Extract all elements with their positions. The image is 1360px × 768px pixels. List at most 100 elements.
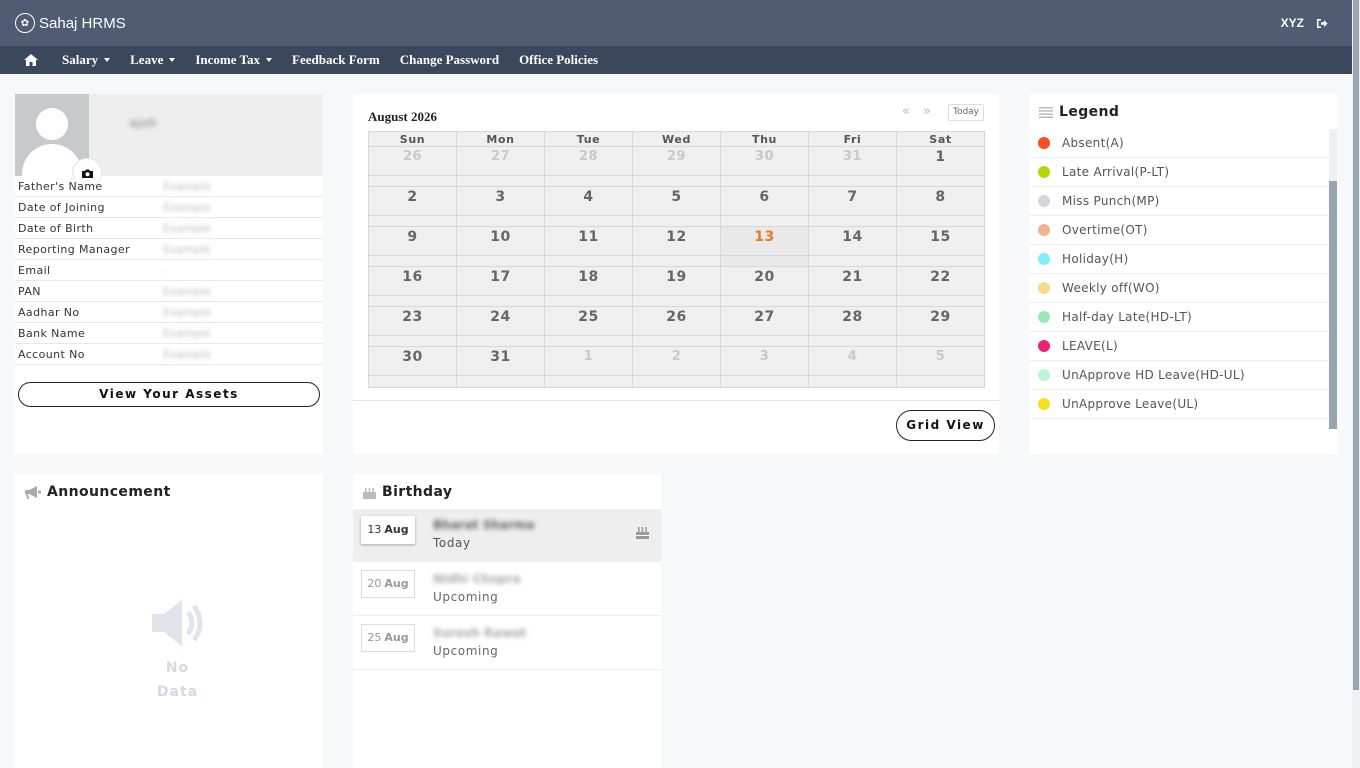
- calendar-day[interactable]: 26: [633, 307, 721, 346]
- legend-color-dot: [1038, 166, 1050, 178]
- calendar-day[interactable]: 21: [809, 267, 897, 306]
- legend-title: Legend: [1059, 104, 1120, 120]
- profile-field-value: Example: [163, 305, 211, 319]
- calendar-day[interactable]: 7: [809, 187, 897, 226]
- legend-item-label: UnApprove HD Leave(HD-UL): [1062, 368, 1245, 382]
- logout-icon[interactable]: [1316, 18, 1328, 29]
- calendar-day[interactable]: 2: [633, 347, 721, 387]
- calendar-title: August 2026: [368, 109, 437, 124]
- birthday-date-badge: 25 Aug: [361, 624, 415, 652]
- calendar-day-number: 3: [759, 349, 770, 364]
- legend-scroll-thumb[interactable]: [1329, 181, 1337, 429]
- profile-field-value: Example: [163, 221, 211, 235]
- calendar-day[interactable]: 29: [897, 307, 984, 346]
- calendar-day[interactable]: 4: [545, 187, 633, 226]
- calendar-day[interactable]: 27: [721, 307, 809, 346]
- calendar-day[interactable]: 10: [457, 227, 545, 266]
- calendar-day[interactable]: 20: [721, 267, 809, 306]
- calendar-day[interactable]: 29: [633, 147, 721, 186]
- calendar-day[interactable]: 23: [369, 307, 457, 346]
- page-scrollbar[interactable]: [1352, 0, 1360, 768]
- calendar-day[interactable]: 3: [721, 347, 809, 387]
- nav-salary[interactable]: Salary: [62, 52, 111, 68]
- calendar-day[interactable]: 18: [545, 267, 633, 306]
- calendar-day-today[interactable]: 13: [721, 227, 809, 266]
- calendar-day[interactable]: 5: [633, 187, 721, 226]
- page-scroll-thumb[interactable]: [1353, 0, 1359, 690]
- calendar-day[interactable]: 12: [633, 227, 721, 266]
- calendar-day[interactable]: 19: [633, 267, 721, 306]
- view-assets-button[interactable]: View Your Assets: [18, 382, 320, 407]
- calendar-day[interactable]: 30: [721, 147, 809, 186]
- legend-item: Late Arrival(P-LT): [1029, 158, 1329, 187]
- brand-name: Sahaj HRMS: [39, 14, 126, 32]
- calendar-day[interactable]: 22: [897, 267, 984, 306]
- birthday-status: Upcoming: [433, 644, 499, 658]
- profile-field-label: Date of Joining: [18, 200, 105, 214]
- nav-office-policies[interactable]: Office Policies: [519, 52, 598, 68]
- calendar-day-number: 5: [935, 349, 946, 364]
- calendar-day[interactable]: 16: [369, 267, 457, 306]
- nav-income-tax[interactable]: Income Tax: [195, 52, 272, 68]
- birthday-item[interactable]: 25 Aug Suresh Rawat Upcoming: [353, 617, 661, 670]
- profile-field-row: Reporting Manager Example: [15, 239, 323, 260]
- calendar-day[interactable]: 2: [369, 187, 457, 226]
- no-data-line1: No: [165, 660, 190, 676]
- calendar-day[interactable]: 15: [897, 227, 984, 266]
- brand[interactable]: ✿ Sahaj HRMS: [15, 13, 126, 33]
- calendar-day[interactable]: 17: [457, 267, 545, 306]
- calendar-day[interactable]: 25: [545, 307, 633, 346]
- calendar-day[interactable]: 30: [369, 347, 457, 387]
- legend-color-dot: [1038, 224, 1050, 236]
- calendar-day-number: 9: [407, 229, 418, 245]
- calendar-day[interactable]: 31: [809, 147, 897, 186]
- profile-field-label: Aadhar No: [18, 305, 80, 319]
- calendar-day[interactable]: 9: [369, 227, 457, 266]
- nav-feedback-form[interactable]: Feedback Form: [292, 52, 380, 68]
- profile-field-label: Email: [18, 263, 51, 277]
- weekday-label: Tue: [545, 132, 633, 146]
- calendar-day[interactable]: 14: [809, 227, 897, 266]
- birthday-header: Birthday: [363, 484, 452, 500]
- legend-item: Weekly off(WO): [1029, 274, 1329, 303]
- home-link[interactable]: [24, 54, 38, 66]
- calendar-day[interactable]: 31: [457, 347, 545, 387]
- profile-name: ajsh: [129, 116, 157, 130]
- announcement-title: Announcement: [47, 484, 171, 500]
- calendar-day[interactable]: 6: [721, 187, 809, 226]
- birthday-item[interactable]: 13 Aug Bharat Sharma Today: [353, 509, 661, 562]
- calendar-day[interactable]: 28: [809, 307, 897, 346]
- calendar-day[interactable]: 1: [545, 347, 633, 387]
- birthday-item[interactable]: 20 Aug Nidhi Chopra Upcoming: [353, 563, 661, 616]
- calendar-day[interactable]: 5: [897, 347, 984, 387]
- calendar-day[interactable]: 8: [897, 187, 984, 226]
- cake-icon: [636, 525, 649, 543]
- nav-change-password[interactable]: Change Password: [400, 52, 499, 68]
- legend-scrollbar[interactable]: [1329, 129, 1337, 429]
- calendar-day[interactable]: 26: [369, 147, 457, 186]
- calendar-prev-button[interactable]: «: [902, 104, 910, 119]
- calendar-next-button[interactable]: »: [923, 104, 931, 119]
- grid-view-button[interactable]: Grid View: [896, 410, 995, 441]
- calendar-day[interactable]: 28: [545, 147, 633, 186]
- calendar-day-number: 11: [578, 229, 599, 245]
- legend-item-label: LEAVE(L): [1062, 339, 1118, 353]
- legend-item: Holiday(H): [1029, 245, 1329, 274]
- profile-field-row: Account No Example: [15, 344, 323, 365]
- profile-field-row: Email -: [15, 260, 323, 281]
- profile-field-row: Aadhar No Example: [15, 302, 323, 323]
- legend-item: Absent(A): [1029, 129, 1329, 158]
- calendar-day[interactable]: 1: [897, 147, 984, 186]
- calendar-week: 30 31 1 2 3 4 5: [369, 347, 984, 387]
- calendar-day[interactable]: 11: [545, 227, 633, 266]
- calendar-today-button[interactable]: Today: [948, 104, 984, 121]
- calendar-day[interactable]: 4: [809, 347, 897, 387]
- calendar-day[interactable]: 27: [457, 147, 545, 186]
- nav-leave[interactable]: Leave: [130, 52, 176, 68]
- profile-field-value: Example: [163, 326, 211, 340]
- user-name[interactable]: XYZ: [1281, 16, 1304, 30]
- calendar-day[interactable]: 3: [457, 187, 545, 226]
- calendar-day-number: 12: [666, 229, 687, 245]
- legend-color-dot: [1038, 340, 1050, 352]
- calendar-day[interactable]: 24: [457, 307, 545, 346]
